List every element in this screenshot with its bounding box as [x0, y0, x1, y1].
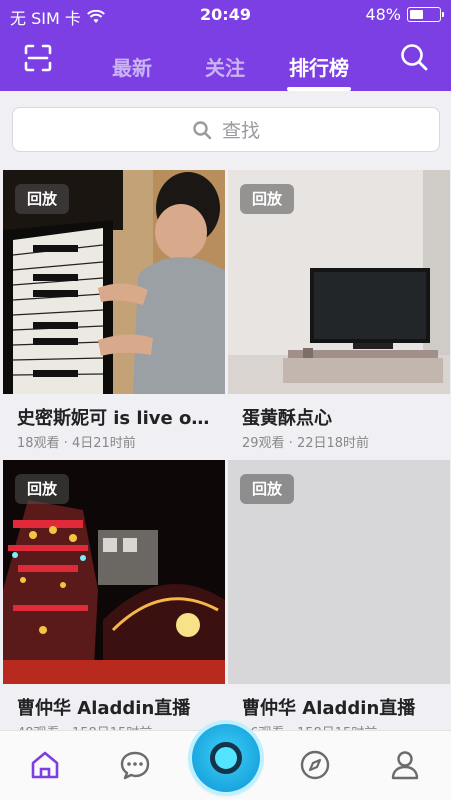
top-nav: 最新 关注 排行榜: [0, 34, 451, 91]
search-icon[interactable]: [399, 42, 429, 72]
video-card[interactable]: 回放 曹仲华 Aladdin直播 36观看 · 158日15时前: [228, 460, 450, 748]
video-card[interactable]: 回放 曹仲华 Aladdin直播 48观看 · 158日15时前: [3, 460, 225, 748]
scan-icon[interactable]: [24, 44, 52, 72]
video-thumbnail: 回放: [228, 170, 450, 394]
battery-icon: [407, 7, 444, 22]
replay-badge: 回放: [15, 184, 70, 214]
chat-icon[interactable]: [119, 749, 151, 781]
video-thumbnail: 回放: [3, 170, 225, 394]
status-right: 48%: [365, 5, 444, 24]
tab-latest[interactable]: 最新: [112, 52, 152, 81]
search-input[interactable]: 查找: [12, 107, 440, 152]
video-thumbnail: 回放: [228, 460, 450, 684]
video-card[interactable]: 回放 蛋黄酥点心 29观看 · 22日18时前: [228, 170, 450, 458]
active-tab-indicator: [287, 87, 351, 91]
battery-percent: 48%: [365, 5, 401, 24]
video-title: 曹仲华 Aladdin直播: [17, 698, 191, 719]
status-bar: 无 SIM 卡 20:49 48%: [0, 0, 451, 30]
battery-fill: [410, 10, 423, 19]
search-field-icon: [193, 120, 212, 139]
video-meta: 29观看 · 22日18时前: [242, 436, 370, 451]
go-live-button[interactable]: [192, 724, 260, 792]
replay-badge: 回放: [240, 184, 295, 214]
live-camera-icon: [210, 742, 242, 774]
compass-icon[interactable]: [299, 749, 331, 781]
search-placeholder: 查找: [221, 120, 260, 142]
home-icon[interactable]: [29, 749, 61, 781]
video-title: 蛋黄酥点心: [242, 408, 332, 429]
video-card[interactable]: 回放 史密斯妮可 is live on... 18观看 · 4日21时前: [3, 170, 225, 458]
video-title: 曹仲华 Aladdin直播: [242, 698, 416, 719]
replay-badge: 回放: [15, 474, 70, 504]
replay-badge: 回放: [240, 474, 295, 504]
tab-leaderboard[interactable]: 排行榜: [289, 52, 349, 81]
tab-following[interactable]: 关注: [205, 52, 245, 81]
profile-icon[interactable]: [389, 749, 421, 781]
video-meta: 18观看 · 4日21时前: [17, 436, 136, 451]
video-thumbnail: 回放: [3, 460, 225, 684]
video-title: 史密斯妮可 is live on...: [17, 408, 217, 429]
app-header: 无 SIM 卡 20:49 48% 最新 关注 排行榜: [0, 0, 451, 91]
